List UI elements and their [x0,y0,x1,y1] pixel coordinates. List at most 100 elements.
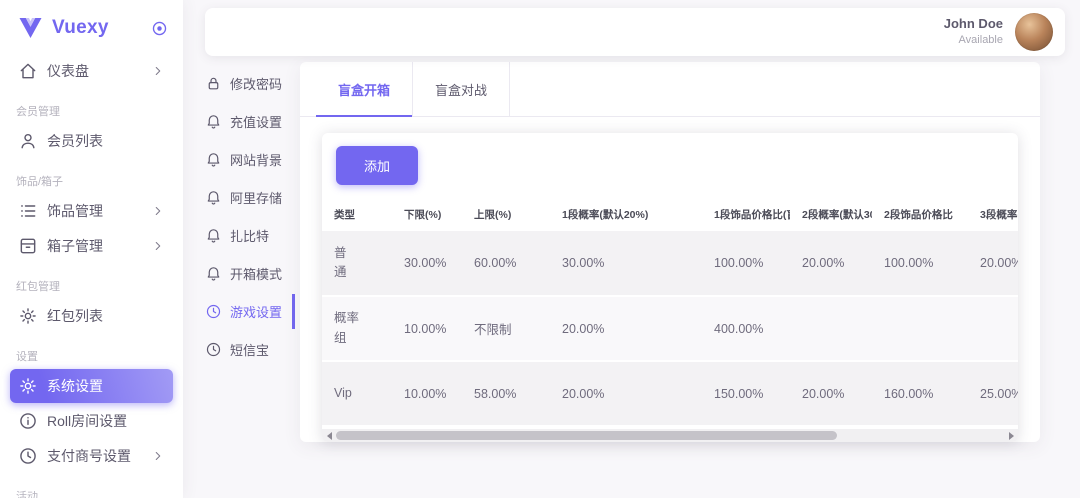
cell-seg1-price-ratio: 150.00% [702,361,790,426]
settings-item-recharge[interactable]: 充值设置 [205,104,295,139]
table-row: Vip 10.00% 58.00% 20.00% 150.00% 20.00% … [322,361,1018,426]
cell-type: Vip [322,361,392,426]
cell-seg2-probability [790,296,872,361]
settings-item-label: 短信宝 [230,340,269,359]
sidebar-item-member-list[interactable]: 会员列表 [10,124,173,158]
user-name: John Doe [944,16,1003,33]
cell-type: 概率 组 [322,296,392,361]
clock-icon [18,446,38,466]
settings-item-label: 阿里存储 [230,188,282,207]
sidebar-item-redpacket-list[interactable]: 红包列表 [10,299,173,333]
table-header-cell: 1段概率(默认20%) [550,198,702,231]
cell-lower-limit: 30.00% [392,231,462,296]
tab-blind-box-battle[interactable]: 盲盒对战 [413,62,510,116]
table-row: 概率 组 10.00% 不限制 20.00% 400.00% [322,296,1018,361]
add-button[interactable]: 添加 [336,146,418,185]
tab-bar: 盲盒开箱 盲盒对战 [300,62,1040,117]
settings-item-game-settings[interactable]: 游戏设置 [205,294,295,329]
sidebar-item-decoration-manage[interactable]: 饰品管理 [10,194,173,228]
lock-icon [205,75,222,92]
table-body: 普 通 30.00% 60.00% 30.00% 100.00% 20.00% … [322,231,1018,426]
gear-icon [18,306,38,326]
cell-seg1-price-ratio: 100.00% [702,231,790,296]
bell-icon [205,113,222,130]
cell-upper-limit: 不限制 [462,296,550,361]
sidebar-item-dashboard[interactable]: 仪表盘 [10,54,173,88]
sidebar-nav: 仪表盘 会员管理 会员列表 饰品/箱子 饰品管理 [0,54,183,498]
settings-item-ali-storage[interactable]: 阿里存储 [205,180,295,215]
sidebar-item-system-settings[interactable]: 系统设置 [10,369,173,403]
sidebar-section-settings: 设置 [16,348,167,364]
cell-type: 普 通 [322,231,392,296]
table-header-cell: 2段饰品价格比 [872,198,968,231]
settings-item-label: 扎比特 [230,226,269,245]
horizontal-scrollbar[interactable] [322,429,1018,442]
bell-icon [205,265,222,282]
table-header-cell: 下限(%) [392,198,462,231]
settings-item-zhabite[interactable]: 扎比特 [205,218,295,253]
user-icon [18,131,38,151]
sidebar-item-box-manage[interactable]: 箱子管理 [10,229,173,263]
cell-seg1-probability: 20.00% [550,361,702,426]
settings-item-label: 充值设置 [230,112,282,131]
user-status: Available [944,33,1003,47]
chevron-right-icon [151,64,165,78]
top-bar: John Doe Available [205,8,1065,56]
tab-blind-box-open[interactable]: 盲盒开箱 [316,62,413,116]
brand-name: Vuexy [52,17,141,39]
bell-icon [205,151,222,168]
sidebar-item-label: Roll房间设置 [47,411,165,431]
cell-seg2-price-ratio: 100.00% [872,231,968,296]
settings-item-label: 网站背景 [230,150,282,169]
scrollbar-thumb[interactable] [336,431,837,440]
tab-label: 盲盒开箱 [338,80,390,99]
cell-seg1-probability: 20.00% [550,296,702,361]
cell-seg2-price-ratio [872,296,968,361]
settings-item-label: 修改密码 [230,74,282,93]
sidebar-item-label: 饰品管理 [47,201,142,221]
sidebar-pin-toggle-icon[interactable] [150,19,169,38]
main-sidebar: Vuexy 仪表盘 会员管理 会员列表 饰品/箱子 饰品管 [0,0,183,498]
cell-seg1-probability: 30.00% [550,231,702,296]
list-icon [18,201,38,221]
sidebar-item-roll-room-settings[interactable]: Roll房间设置 [10,404,173,438]
brand-header: Vuexy [0,0,183,53]
table-header-cell: 3段概率(默认40%) [968,198,1018,231]
settings-item-change-password[interactable]: 修改密码 [205,66,295,101]
cell-seg1-price-ratio: 400.00% [702,296,790,361]
table-head: 类型下限(%)上限(%)1段概率(默认20%)1段饰品价格比(盲盒价格*比例)2… [322,198,1018,231]
table-header-cell: 1段饰品价格比(盲盒价格*比例) [702,198,790,231]
bell-icon [205,227,222,244]
cell-seg3-probability [968,296,1018,361]
sidebar-section-activity: 活动 [16,488,167,498]
scroll-left-icon[interactable] [322,429,336,442]
settings-submenu: 修改密码 充值设置 网站背景 阿里存储 扎比特 开箱模式 游戏设置 [205,66,295,370]
sidebar-item-payment-merchant-settings[interactable]: 支付商号设置 [10,439,173,473]
settings-item-open-box-mode[interactable]: 开箱模式 [205,256,295,291]
bell-icon [205,189,222,206]
cell-upper-limit: 58.00% [462,361,550,426]
cell-seg3-probability: 25.00% [968,361,1018,426]
table-header-cell: 2段概率(默认30%) [790,198,872,231]
settings-item-sms-bao[interactable]: 短信宝 [205,332,295,367]
chevron-right-icon [151,204,165,218]
sidebar-section-redpacket: 红包管理 [16,278,167,294]
table-header-cell: 类型 [322,198,392,231]
user-meta: John Doe Available [944,16,1003,47]
sidebar-section-member: 会员管理 [16,103,167,119]
table-header-cell: 上限(%) [462,198,550,231]
table-toolbar: 添加 [322,133,1018,198]
box-icon [18,236,38,256]
gear-icon [18,376,38,396]
chevron-right-icon [151,239,165,253]
content-card: 盲盒开箱 盲盒对战 添加 类型下限(%)上限(%)1段概率(默认20%)1段饰品… [300,62,1040,442]
cell-seg2-probability: 20.00% [790,361,872,426]
sidebar-item-label: 仪表盘 [47,61,142,81]
scroll-right-icon[interactable] [1004,429,1018,442]
settings-item-label: 游戏设置 [230,302,282,321]
cell-seg3-probability: 20.00% [968,231,1018,296]
settings-item-site-background[interactable]: 网站背景 [205,142,295,177]
user-avatar[interactable] [1015,13,1053,51]
sidebar-item-label: 支付商号设置 [47,446,142,466]
chevron-right-icon [151,449,165,463]
